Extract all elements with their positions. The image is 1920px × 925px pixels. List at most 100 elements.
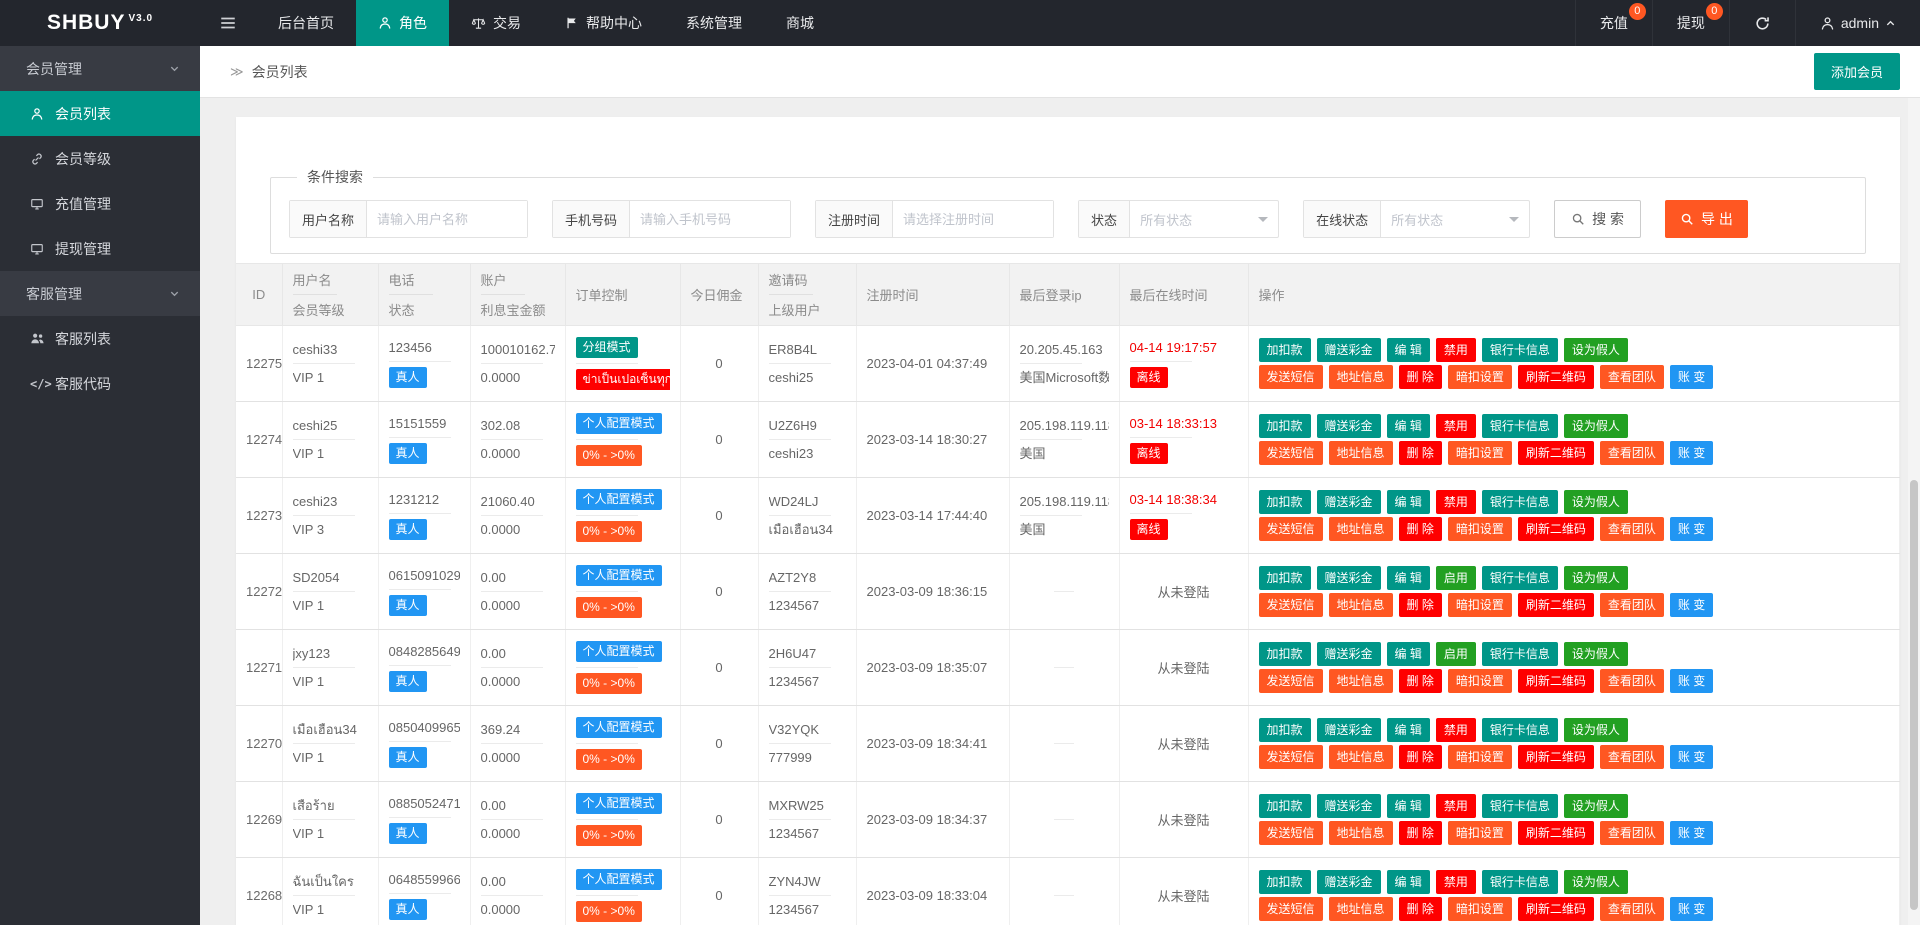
action-hidden-deduct-settings-button[interactable]: 暗扣设置 bbox=[1448, 593, 1512, 617]
action-gift-bonus-button[interactable]: 赠送彩金 bbox=[1317, 642, 1381, 666]
nav-item-home[interactable]: 后台首页 bbox=[256, 0, 356, 46]
vertical-scrollbar[interactable] bbox=[1910, 480, 1918, 910]
sidebar-item-member-level[interactable]: 会员等级 bbox=[0, 136, 200, 181]
action-edit-button[interactable]: 编 辑 bbox=[1387, 870, 1430, 894]
nav-item-help[interactable]: 帮助中心 bbox=[543, 0, 664, 46]
action-set-fake-user-button[interactable]: 设为假人 bbox=[1564, 338, 1628, 362]
action-address-info-button[interactable]: 地址信息 bbox=[1329, 821, 1393, 845]
action-set-fake-user-button[interactable]: 设为假人 bbox=[1564, 490, 1628, 514]
add-member-button[interactable]: 添加会员 bbox=[1814, 53, 1900, 90]
action-send-sms-button[interactable]: 发送短信 bbox=[1259, 745, 1323, 769]
action-account-change-button[interactable]: 账 变 bbox=[1670, 897, 1713, 921]
action-address-info-button[interactable]: 地址信息 bbox=[1329, 517, 1393, 541]
action-toggle-enable-button[interactable]: 禁用 bbox=[1436, 414, 1476, 438]
action-send-sms-button[interactable]: 发送短信 bbox=[1259, 517, 1323, 541]
action-account-change-button[interactable]: 账 变 bbox=[1670, 593, 1713, 617]
action-adjust-funds-button[interactable]: 加扣款 bbox=[1259, 338, 1311, 362]
action-hidden-deduct-settings-button[interactable]: 暗扣设置 bbox=[1448, 441, 1512, 465]
action-bank-card-info-button[interactable]: 银行卡信息 bbox=[1482, 718, 1558, 742]
action-toggle-enable-button[interactable]: 启用 bbox=[1436, 566, 1476, 590]
action-toggle-enable-button[interactable]: 启用 bbox=[1436, 642, 1476, 666]
action-hidden-deduct-settings-button[interactable]: 暗扣设置 bbox=[1448, 745, 1512, 769]
action-send-sms-button[interactable]: 发送短信 bbox=[1259, 897, 1323, 921]
action-refresh-qrcode-button[interactable]: 刷新二维码 bbox=[1518, 745, 1594, 769]
action-bank-card-info-button[interactable]: 银行卡信息 bbox=[1482, 794, 1558, 818]
action-adjust-funds-button[interactable]: 加扣款 bbox=[1259, 490, 1311, 514]
action-bank-card-info-button[interactable]: 银行卡信息 bbox=[1482, 338, 1558, 362]
action-refresh-qrcode-button[interactable]: 刷新二维码 bbox=[1518, 593, 1594, 617]
action-gift-bonus-button[interactable]: 赠送彩金 bbox=[1317, 490, 1381, 514]
action-set-fake-user-button[interactable]: 设为假人 bbox=[1564, 566, 1628, 590]
action-view-team-button[interactable]: 查看团队 bbox=[1600, 517, 1664, 541]
action-set-fake-user-button[interactable]: 设为假人 bbox=[1564, 414, 1628, 438]
action-delete-button[interactable]: 删 除 bbox=[1399, 593, 1442, 617]
action-refresh-qrcode-button[interactable]: 刷新二维码 bbox=[1518, 517, 1594, 541]
action-account-change-button[interactable]: 账 变 bbox=[1670, 365, 1713, 389]
sidebar-group-service-management[interactable]: 客服管理 bbox=[0, 271, 200, 316]
action-view-team-button[interactable]: 查看团队 bbox=[1600, 441, 1664, 465]
action-toggle-enable-button[interactable]: 禁用 bbox=[1436, 490, 1476, 514]
action-adjust-funds-button[interactable]: 加扣款 bbox=[1259, 870, 1311, 894]
action-refresh-qrcode-button[interactable]: 刷新二维码 bbox=[1518, 897, 1594, 921]
action-bank-card-info-button[interactable]: 银行卡信息 bbox=[1482, 490, 1558, 514]
action-gift-bonus-button[interactable]: 赠送彩金 bbox=[1317, 338, 1381, 362]
phone-input[interactable] bbox=[630, 201, 790, 237]
action-delete-button[interactable]: 删 除 bbox=[1399, 669, 1442, 693]
sidebar-item-recharge-management[interactable]: 充值管理 bbox=[0, 181, 200, 226]
nav-item-trade[interactable]: 交易 bbox=[449, 0, 543, 46]
online-status-select[interactable]: 所有状态 bbox=[1381, 201, 1529, 237]
action-adjust-funds-button[interactable]: 加扣款 bbox=[1259, 718, 1311, 742]
sidebar-item-member-list[interactable]: 会员列表 bbox=[0, 91, 200, 136]
refresh-icon[interactable] bbox=[1729, 0, 1795, 46]
action-toggle-enable-button[interactable]: 禁用 bbox=[1436, 718, 1476, 742]
action-adjust-funds-button[interactable]: 加扣款 bbox=[1259, 566, 1311, 590]
action-bank-card-info-button[interactable]: 银行卡信息 bbox=[1482, 414, 1558, 438]
user-menu[interactable]: admin bbox=[1795, 0, 1920, 46]
action-set-fake-user-button[interactable]: 设为假人 bbox=[1564, 870, 1628, 894]
action-edit-button[interactable]: 编 辑 bbox=[1387, 566, 1430, 590]
action-send-sms-button[interactable]: 发送短信 bbox=[1259, 441, 1323, 465]
action-view-team-button[interactable]: 查看团队 bbox=[1600, 897, 1664, 921]
action-address-info-button[interactable]: 地址信息 bbox=[1329, 593, 1393, 617]
action-set-fake-user-button[interactable]: 设为假人 bbox=[1564, 794, 1628, 818]
action-delete-button[interactable]: 删 除 bbox=[1399, 517, 1442, 541]
action-edit-button[interactable]: 编 辑 bbox=[1387, 414, 1430, 438]
action-address-info-button[interactable]: 地址信息 bbox=[1329, 669, 1393, 693]
action-hidden-deduct-settings-button[interactable]: 暗扣设置 bbox=[1448, 365, 1512, 389]
sidebar-item-withdraw-management[interactable]: 提现管理 bbox=[0, 226, 200, 271]
action-gift-bonus-button[interactable]: 赠送彩金 bbox=[1317, 794, 1381, 818]
action-account-change-button[interactable]: 账 变 bbox=[1670, 441, 1713, 465]
action-edit-button[interactable]: 编 辑 bbox=[1387, 718, 1430, 742]
action-hidden-deduct-settings-button[interactable]: 暗扣设置 bbox=[1448, 897, 1512, 921]
action-refresh-qrcode-button[interactable]: 刷新二维码 bbox=[1518, 821, 1594, 845]
withdraw-button[interactable]: 提现 0 bbox=[1652, 0, 1729, 46]
action-send-sms-button[interactable]: 发送短信 bbox=[1259, 821, 1323, 845]
recharge-button[interactable]: 充值 0 bbox=[1575, 0, 1652, 46]
action-toggle-enable-button[interactable]: 禁用 bbox=[1436, 870, 1476, 894]
action-gift-bonus-button[interactable]: 赠送彩金 bbox=[1317, 718, 1381, 742]
action-address-info-button[interactable]: 地址信息 bbox=[1329, 897, 1393, 921]
action-address-info-button[interactable]: 地址信息 bbox=[1329, 441, 1393, 465]
action-address-info-button[interactable]: 地址信息 bbox=[1329, 745, 1393, 769]
action-adjust-funds-button[interactable]: 加扣款 bbox=[1259, 794, 1311, 818]
nav-item-mall[interactable]: 商城 bbox=[764, 0, 836, 46]
action-view-team-button[interactable]: 查看团队 bbox=[1600, 745, 1664, 769]
action-edit-button[interactable]: 编 辑 bbox=[1387, 490, 1430, 514]
action-view-team-button[interactable]: 查看团队 bbox=[1600, 365, 1664, 389]
action-refresh-qrcode-button[interactable]: 刷新二维码 bbox=[1518, 441, 1594, 465]
regtime-input[interactable] bbox=[893, 201, 1053, 237]
action-delete-button[interactable]: 删 除 bbox=[1399, 897, 1442, 921]
action-refresh-qrcode-button[interactable]: 刷新二维码 bbox=[1518, 365, 1594, 389]
search-button[interactable]: 搜 索 bbox=[1554, 200, 1641, 238]
action-send-sms-button[interactable]: 发送短信 bbox=[1259, 669, 1323, 693]
action-gift-bonus-button[interactable]: 赠送彩金 bbox=[1317, 414, 1381, 438]
nav-item-role[interactable]: 角色 bbox=[356, 0, 449, 46]
action-gift-bonus-button[interactable]: 赠送彩金 bbox=[1317, 870, 1381, 894]
action-refresh-qrcode-button[interactable]: 刷新二维码 bbox=[1518, 669, 1594, 693]
action-send-sms-button[interactable]: 发送短信 bbox=[1259, 593, 1323, 617]
action-view-team-button[interactable]: 查看团队 bbox=[1600, 821, 1664, 845]
sidebar-item-service-list[interactable]: 客服列表 bbox=[0, 316, 200, 361]
action-adjust-funds-button[interactable]: 加扣款 bbox=[1259, 642, 1311, 666]
action-delete-button[interactable]: 删 除 bbox=[1399, 365, 1442, 389]
export-button[interactable]: 导 出 bbox=[1665, 200, 1748, 238]
